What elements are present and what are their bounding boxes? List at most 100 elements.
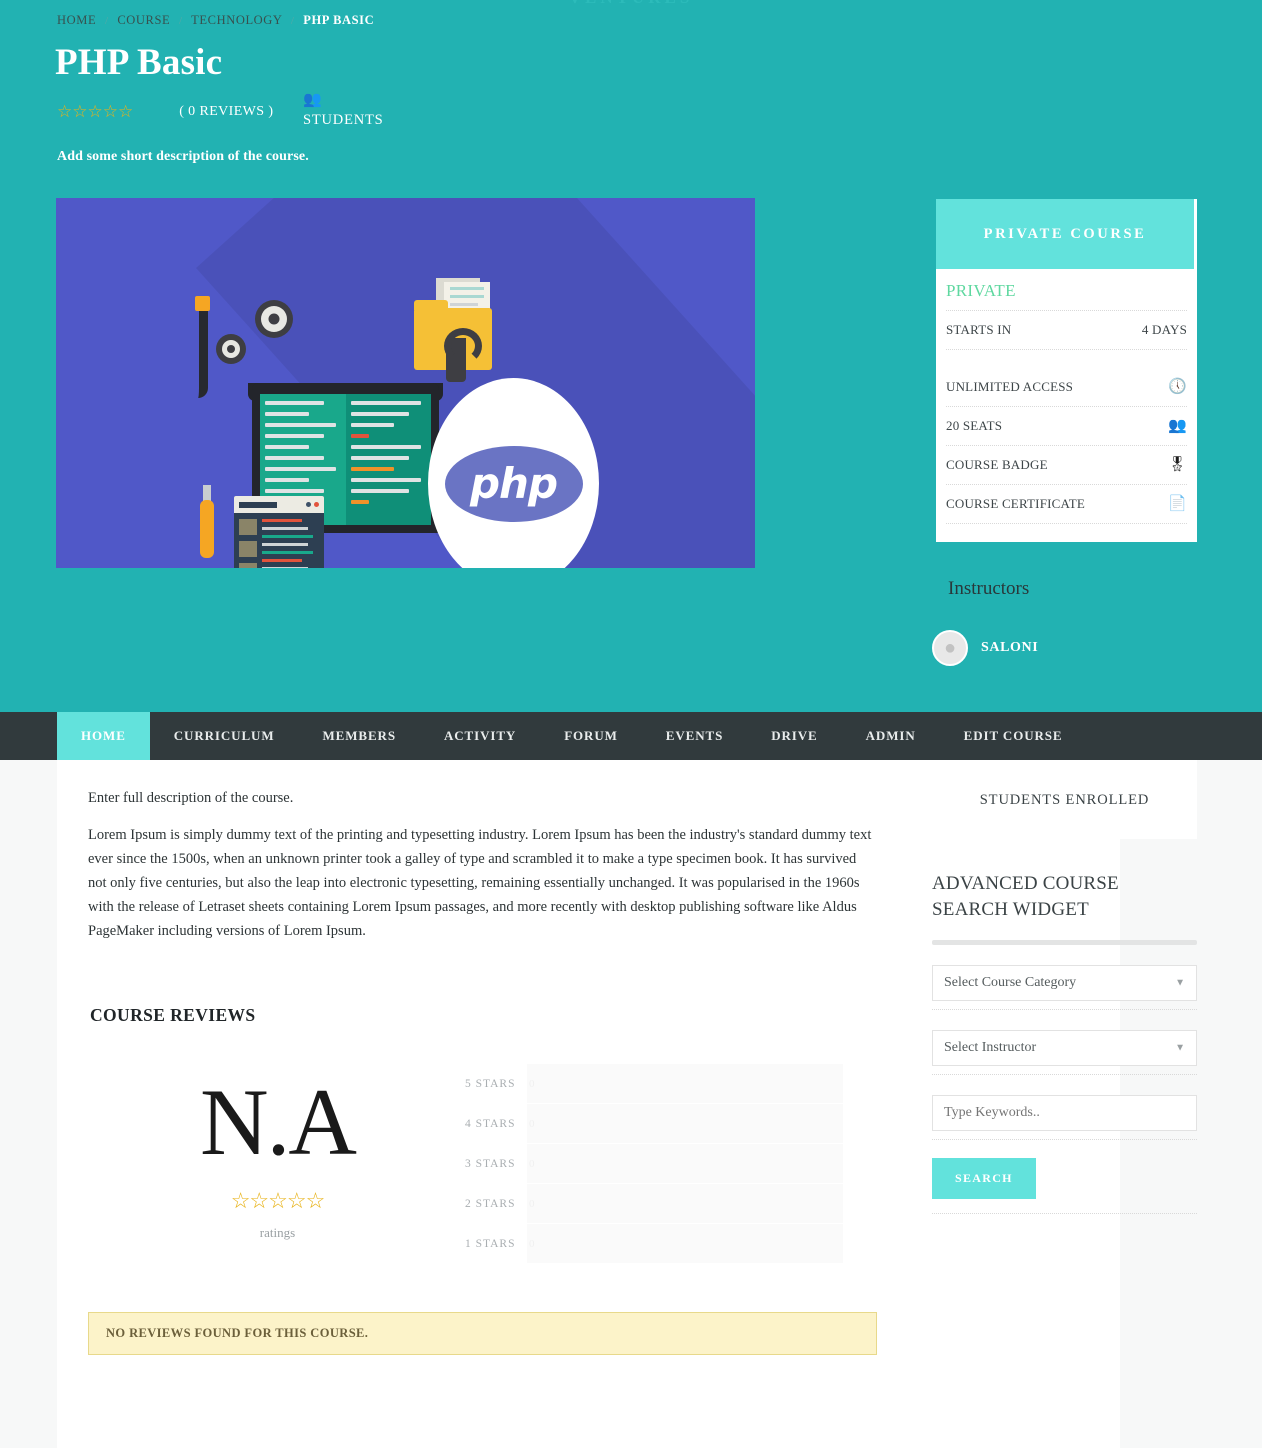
tab-home[interactable]: HOME [57, 712, 150, 760]
rating-bar-label: 2 STARS [465, 1198, 516, 1210]
tab-members[interactable]: MEMBERS [298, 712, 419, 760]
instructor-name: SALONI [981, 640, 1039, 655]
average-rating-block: N.A ☆☆☆☆☆ ratings [90, 1064, 465, 1241]
info-row-label: UNLIMITED ACCESS [946, 379, 1074, 394]
code-window-icon [234, 496, 324, 568]
keywords-field-wrap [932, 1075, 1197, 1140]
breadcrumb-item-technology[interactable]: TECHNOLOGY [191, 13, 282, 27]
tab-edit-course[interactable]: EDIT COURSE [940, 712, 1087, 760]
info-row-starts-in: STARTS IN 4 DAYS [946, 311, 1187, 350]
users-icon: 👥 [1168, 417, 1187, 434]
breadcrumb-separator: / [290, 15, 295, 27]
rating-bar-track: 0 [527, 1224, 843, 1264]
cable-icon [198, 298, 208, 398]
info-row-course-certificate: COURSE CERTIFICATE 📄 [946, 485, 1187, 524]
rating-bar-row: 5 STARS 0 [465, 1064, 843, 1104]
instructor-select-value: Select Instructor [944, 1040, 1037, 1055]
chevron-down-icon: ▼ [1175, 1042, 1185, 1054]
info-row-label: COURSE CERTIFICATE [946, 496, 1085, 511]
info-row-label: 20 SEATS [946, 418, 1003, 433]
gear-icon [222, 340, 240, 358]
breadcrumb-item-home[interactable]: HOME [57, 13, 96, 27]
tab-admin[interactable]: ADMIN [842, 712, 940, 760]
info-row-label: STARTS IN [946, 322, 1012, 337]
course-info-card: PRIVATE COURSE PRIVATE STARTS IN 4 DAYS … [932, 199, 1197, 542]
tab-activity[interactable]: ACTIVITY [420, 712, 540, 760]
rating-stars-icon: ☆☆☆☆☆ [57, 102, 134, 121]
info-row-value: 4 DAYS [1141, 322, 1187, 337]
rating-bar-count: 0 [529, 1237, 535, 1250]
category-field-wrap: Select Course Category ▼ [932, 945, 1197, 1010]
gear-icon [261, 306, 287, 332]
course-info-card-header: PRIVATE COURSE [936, 199, 1194, 269]
course-category-select[interactable]: Select Course Category ▼ [932, 965, 1197, 1001]
rating-bar-row: 1 STARS 0 [465, 1224, 843, 1264]
rating-bar-track: 0 [527, 1064, 843, 1104]
students-label: STUDENTS [303, 112, 384, 128]
rating-bar-track: 0 [527, 1184, 843, 1224]
rating-distribution-chart: 5 STARS 0 4 STARS 0 3 STARS 0 2 STARS 0 … [465, 1064, 843, 1264]
search-button[interactable]: SEARCH [932, 1158, 1036, 1199]
description-body: Lorem Ipsum is simply dummy text of the … [88, 827, 872, 939]
breadcrumb-separator: / [179, 15, 183, 27]
page-title: PHP Basic [55, 42, 223, 83]
info-row-label: COURSE BADGE [946, 457, 1048, 472]
course-category-select-value: Select Course Category [944, 975, 1077, 990]
users-icon: 👥 [303, 92, 322, 108]
rating-bar-track: 0 [527, 1144, 843, 1184]
sidebar-column: STUDENTS ENROLLED ADVANCED COURSE SEARCH… [932, 760, 1197, 1214]
course-access-type: PRIVATE [946, 269, 1187, 311]
tab-curriculum[interactable]: CURRICULUM [150, 712, 299, 760]
rating-bar-count: 0 [529, 1117, 535, 1130]
rating-bar-row: 4 STARS 0 [465, 1104, 843, 1144]
rating-bar-label: 3 STARS [465, 1158, 516, 1170]
site-ghost-text: VENTURES [0, 0, 1262, 8]
hero-section: VENTURES HOME / COURSE / TECHNOLOGY / PH… [0, 0, 1262, 712]
rating-bar-count: 0 [529, 1077, 535, 1090]
rating-bar-count: 0 [529, 1197, 535, 1210]
screwdriver-icon [200, 500, 214, 558]
instructor-field-wrap: Select Instructor ▼ [932, 1010, 1197, 1075]
php-logo-text: php [469, 458, 558, 508]
course-short-description: Add some short description of the course… [57, 149, 309, 164]
instructor-item[interactable]: ● SALONI [932, 630, 1038, 666]
widget-title: ADVANCED COURSE SEARCH WIDGET [932, 873, 1119, 920]
content-area: Enter full description of the course. Lo… [0, 760, 1262, 1448]
instructors-heading: Instructors [948, 578, 1030, 599]
breadcrumb-item-course[interactable]: COURSE [117, 13, 170, 27]
info-row-course-badge: COURSE BADGE 🎖 [946, 446, 1187, 485]
reviews-count-label: ( 0 REVIEWS ) [179, 104, 274, 119]
info-row-bottom-spacer [946, 524, 1187, 542]
average-rating-stars-icon: ☆☆☆☆☆ [230, 1188, 326, 1213]
breadcrumb-separator: / [104, 15, 109, 27]
rating-bar-label: 4 STARS [465, 1118, 516, 1130]
no-reviews-notice: NO REVIEWS FOUND FOR THIS COURSE. [88, 1312, 877, 1355]
instructor-select[interactable]: Select Instructor ▼ [932, 1030, 1197, 1066]
search-button-wrap: SEARCH [932, 1140, 1197, 1214]
wrench-icon [444, 328, 482, 382]
certificate-icon: 📄 [1168, 495, 1187, 512]
breadcrumb: HOME / COURSE / TECHNOLOGY / PHP BASIC [57, 13, 374, 28]
badge-icon: 🎖 [1167, 456, 1187, 473]
chevron-down-icon: ▼ [1175, 977, 1185, 989]
info-row-seats: 20 SEATS 👥 [946, 407, 1187, 446]
rating-bar-count: 0 [529, 1157, 535, 1170]
rating-bar-track: 0 [527, 1104, 843, 1144]
rating-bar-label: 5 STARS [465, 1078, 516, 1090]
rating-bar-label: 1 STARS [465, 1238, 516, 1250]
tab-events[interactable]: EVENTS [642, 712, 747, 760]
breadcrumb-current: PHP BASIC [303, 13, 375, 27]
students-enrolled-card: STUDENTS ENROLLED [932, 760, 1197, 839]
course-search-widget: ADVANCED COURSE SEARCH WIDGET Select Cou… [932, 871, 1197, 1214]
keywords-input[interactable] [932, 1095, 1197, 1131]
rating-bar-row: 2 STARS 0 [465, 1184, 843, 1224]
ratings-caption: ratings [259, 1225, 296, 1240]
tab-drive[interactable]: DRIVE [747, 712, 841, 760]
cable-plug-icon [195, 296, 210, 311]
tab-forum[interactable]: FORUM [540, 712, 642, 760]
students-indicator: 👥 STUDENTS [303, 92, 384, 129]
clock-icon: 🕔 [1168, 378, 1187, 395]
info-row-spacer [946, 350, 1187, 368]
course-meta: ☆☆☆☆☆ ( 0 REVIEWS ) [57, 101, 273, 123]
average-rating-value: N.A [200, 1069, 357, 1175]
